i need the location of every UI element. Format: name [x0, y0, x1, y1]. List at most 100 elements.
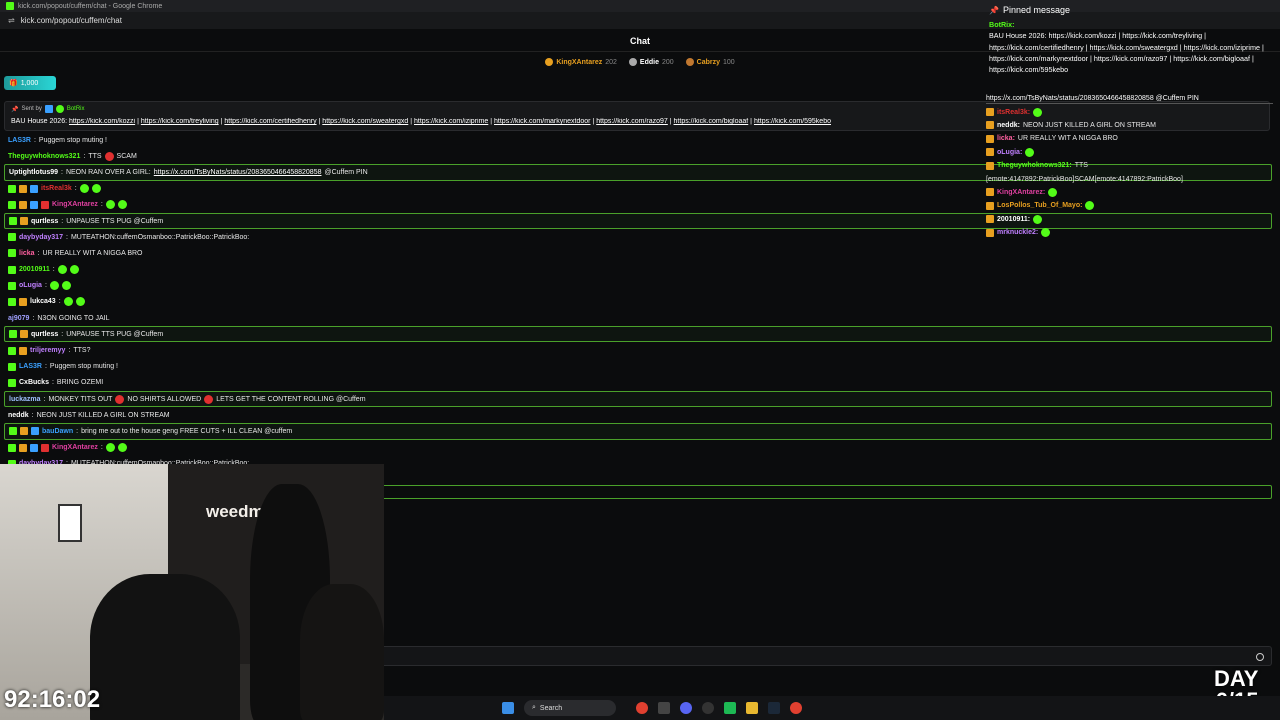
- chat-username[interactable]: daybyday317: [19, 234, 63, 241]
- leaderboard-entry[interactable]: Eddie 200: [628, 58, 674, 66]
- user-badge-icon: [9, 330, 17, 339]
- chat-username[interactable]: LAS3R: [8, 137, 31, 144]
- user-badge-icon: [30, 184, 38, 193]
- chat-message[interactable]: triljeremyy: TTS?: [4, 342, 1272, 358]
- obs-icon[interactable]: [702, 702, 714, 714]
- emote-icon: [204, 394, 214, 404]
- pinned-link[interactable]: https://kick.com/bigloaaf: [674, 118, 749, 125]
- user-badge-icon: [986, 215, 994, 224]
- chat-username[interactable]: qurtless: [31, 218, 58, 225]
- chat-username[interactable]: lukca43: [30, 298, 56, 305]
- chat-message[interactable]: qurtless: UNPAUSE TTS PUG @Cuffem: [4, 326, 1272, 343]
- chat-username[interactable]: qurtless: [31, 331, 58, 338]
- chat-username[interactable]: luckazma: [9, 396, 41, 403]
- app-icon[interactable]: [658, 702, 670, 714]
- leaderboard-name: KingXAntarez: [556, 58, 603, 66]
- chat-username[interactable]: aj9079: [8, 315, 29, 322]
- chat-username[interactable]: 20010911: [19, 266, 50, 273]
- chat-message[interactable]: 20010911:: [4, 262, 1272, 278]
- overlay-username: itsReal3k:: [997, 108, 1031, 116]
- user-badge-icon: [8, 184, 16, 193]
- user-badge-icon: [8, 233, 16, 242]
- user-badge-icon: [19, 346, 27, 355]
- colon: :: [76, 427, 79, 435]
- chat-message[interactable]: lukca43:: [4, 294, 1272, 310]
- chat-username[interactable]: triljeremyy: [30, 347, 65, 354]
- user-badge-icon: [31, 427, 39, 436]
- pinned-link[interactable]: https://kick.com/kozzi: [69, 118, 135, 125]
- emote-picker-icon[interactable]: [1256, 653, 1264, 661]
- gift-goal-pill[interactable]: 🎁 1,000: [4, 76, 56, 90]
- overlay-username: mrknuckle2:: [997, 229, 1039, 237]
- chat-username[interactable]: itsReal3k: [41, 185, 72, 192]
- colon: :: [31, 411, 34, 419]
- chat-username[interactable]: KingXAntarez: [52, 444, 98, 451]
- chat-message[interactable]: LAS3R: Puggem stop muting !: [4, 359, 1272, 375]
- chat-message[interactable]: licka: UR REALLY WIT A NIGGA BRO: [4, 245, 1272, 261]
- chat-username[interactable]: Uptightlotus99: [9, 169, 58, 176]
- chat-message[interactable]: KingXAntarez:: [4, 440, 1272, 456]
- emote-icon: [115, 394, 125, 404]
- colon: :: [100, 444, 103, 452]
- chrome-icon[interactable]: [636, 702, 648, 714]
- rank-badge-icon: [628, 58, 637, 66]
- chat-message[interactable]: daybyday317: MUTEATHON:cuffemOsmanboo::Pa…: [4, 456, 1272, 464]
- overlay-username: LosPollos_Tub_Of_Mayo:: [997, 202, 1083, 210]
- pinned-link[interactable]: https://kick.com/sweatergxd: [322, 118, 408, 125]
- leaderboard-name: Eddie: [639, 58, 659, 66]
- chat-message[interactable]: bauDawn: bring me out to the house geng F…: [4, 423, 1272, 440]
- pinned-link[interactable]: https://kick.com/treyliving: [141, 118, 219, 125]
- chat-link[interactable]: https://x.com/TsByNats/status/2083650466…: [154, 169, 322, 176]
- emote-icon: [1033, 214, 1043, 224]
- overlay-username: neddk:: [997, 121, 1020, 129]
- chat-username[interactable]: oLugia: [19, 282, 42, 289]
- chat-message[interactable]: oLugia:: [4, 278, 1272, 294]
- emote-icon: [63, 297, 73, 307]
- chat-username[interactable]: neddk: [8, 412, 29, 419]
- url-text[interactable]: kick.com/popout/cuffem/chat: [21, 16, 122, 25]
- colon: :: [83, 152, 86, 160]
- chat-message[interactable]: CxBucks: BRING OZEMI: [4, 375, 1272, 391]
- user-badge-icon: [986, 161, 994, 170]
- leaderboard-entry[interactable]: Cabrzy 100: [685, 58, 735, 66]
- user-badge-icon: [9, 217, 17, 226]
- chat-message[interactable]: luckazma: MONKEY TITS OUT NO SHIRTS ALLOWE…: [4, 391, 1272, 408]
- overlay-username: Theguywhoknows321:: [997, 162, 1072, 170]
- leaderboard-score: 100: [723, 58, 735, 66]
- discord-icon[interactable]: [680, 702, 692, 714]
- chrome-active-icon[interactable]: [790, 702, 802, 714]
- pinned-link[interactable]: https://kick.com/razo97: [596, 118, 668, 125]
- pinned-link[interactable]: https://kick.com/iziprime: [414, 118, 488, 125]
- chat-username[interactable]: Theguywhoknows321: [8, 153, 80, 160]
- spotify-icon[interactable]: [724, 702, 736, 714]
- overlay-text: NEON JUST KILLED A GIRL ON STREAM: [1022, 121, 1156, 129]
- window-title: kick.com/popout/cuffem/chat - Google Chr…: [18, 2, 163, 10]
- gift-amount: 1,000: [20, 79, 39, 87]
- steam-icon[interactable]: [768, 702, 780, 714]
- file-explorer-icon[interactable]: [746, 702, 758, 714]
- chat-username[interactable]: bauDawn: [42, 428, 73, 435]
- emote-icon: [79, 184, 89, 194]
- colon: :: [65, 233, 68, 241]
- pinned-link[interactable]: https://kick.com/markynextdoor: [494, 118, 590, 125]
- leaderboard-entry[interactable]: KingXAntarez 202: [545, 58, 617, 66]
- colon: :: [52, 266, 55, 274]
- pinned-prefix: BAU House 2026:: [11, 118, 69, 125]
- chat-username[interactable]: KingXAntarez: [52, 201, 98, 208]
- pinned-link[interactable]: https://kick.com/certifiedhenry: [224, 118, 316, 125]
- user-badge-icon: [8, 200, 16, 209]
- user-badge-icon: [986, 201, 994, 210]
- chat-username[interactable]: CxBucks: [19, 379, 49, 386]
- pinned-link[interactable]: https://kick.com/595kebo: [754, 118, 831, 125]
- user-badge-icon: [8, 346, 16, 355]
- site-info-icon[interactable]: ⇌: [8, 16, 15, 25]
- chat-username[interactable]: licka: [19, 250, 35, 257]
- chat-message[interactable]: aj9079: N3ON GOING TO JAIL: [4, 310, 1272, 326]
- taskbar-search[interactable]: ⌕ Search: [524, 700, 616, 716]
- windows-start-icon[interactable]: [502, 702, 514, 714]
- user-badge-icon: [19, 184, 27, 193]
- pinned-overlay-label: Pinned message: [1002, 5, 1071, 15]
- chat-message[interactable]: neddk: NEON JUST KILLED A GIRL ON STREAM: [4, 407, 1272, 423]
- chat-text: BRING OZEMI: [56, 379, 104, 387]
- chat-username[interactable]: LAS3R: [19, 363, 42, 370]
